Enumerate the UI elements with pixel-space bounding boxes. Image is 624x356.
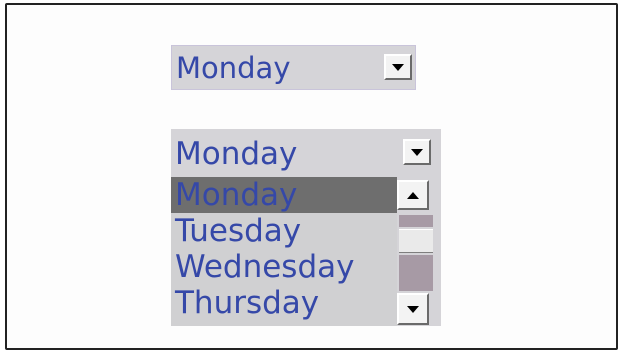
scroll-down-button[interactable] [397, 293, 429, 325]
chevron-down-icon [392, 63, 404, 71]
chevron-down-icon [411, 148, 423, 156]
day-select-open-dropdown-button[interactable] [403, 139, 431, 165]
day-select[interactable]: Monday [171, 45, 416, 90]
options-container: Monday Tuesday Wednesday Thursday [171, 177, 397, 321]
list-item-thursday[interactable]: Thursday [171, 285, 397, 321]
day-select-value: Monday [176, 51, 291, 85]
scrollbar-thumb[interactable] [399, 229, 433, 253]
scrollbar-track-lower[interactable] [399, 255, 433, 291]
day-select-open[interactable]: Monday [171, 129, 441, 177]
day-options-list[interactable]: Monday Tuesday Wednesday Thursday [171, 177, 441, 326]
day-select-open-value: Monday [175, 136, 298, 172]
arrow-down-icon [407, 305, 419, 313]
scroll-up-button[interactable] [397, 180, 429, 210]
list-item-tuesday[interactable]: Tuesday [171, 213, 397, 249]
list-item-monday[interactable]: Monday [171, 177, 397, 213]
arrow-up-icon [407, 191, 419, 199]
list-item-wednesday[interactable]: Wednesday [171, 249, 397, 285]
scrollbar-track-upper[interactable] [399, 215, 433, 227]
day-select-dropdown-button[interactable] [384, 54, 412, 80]
